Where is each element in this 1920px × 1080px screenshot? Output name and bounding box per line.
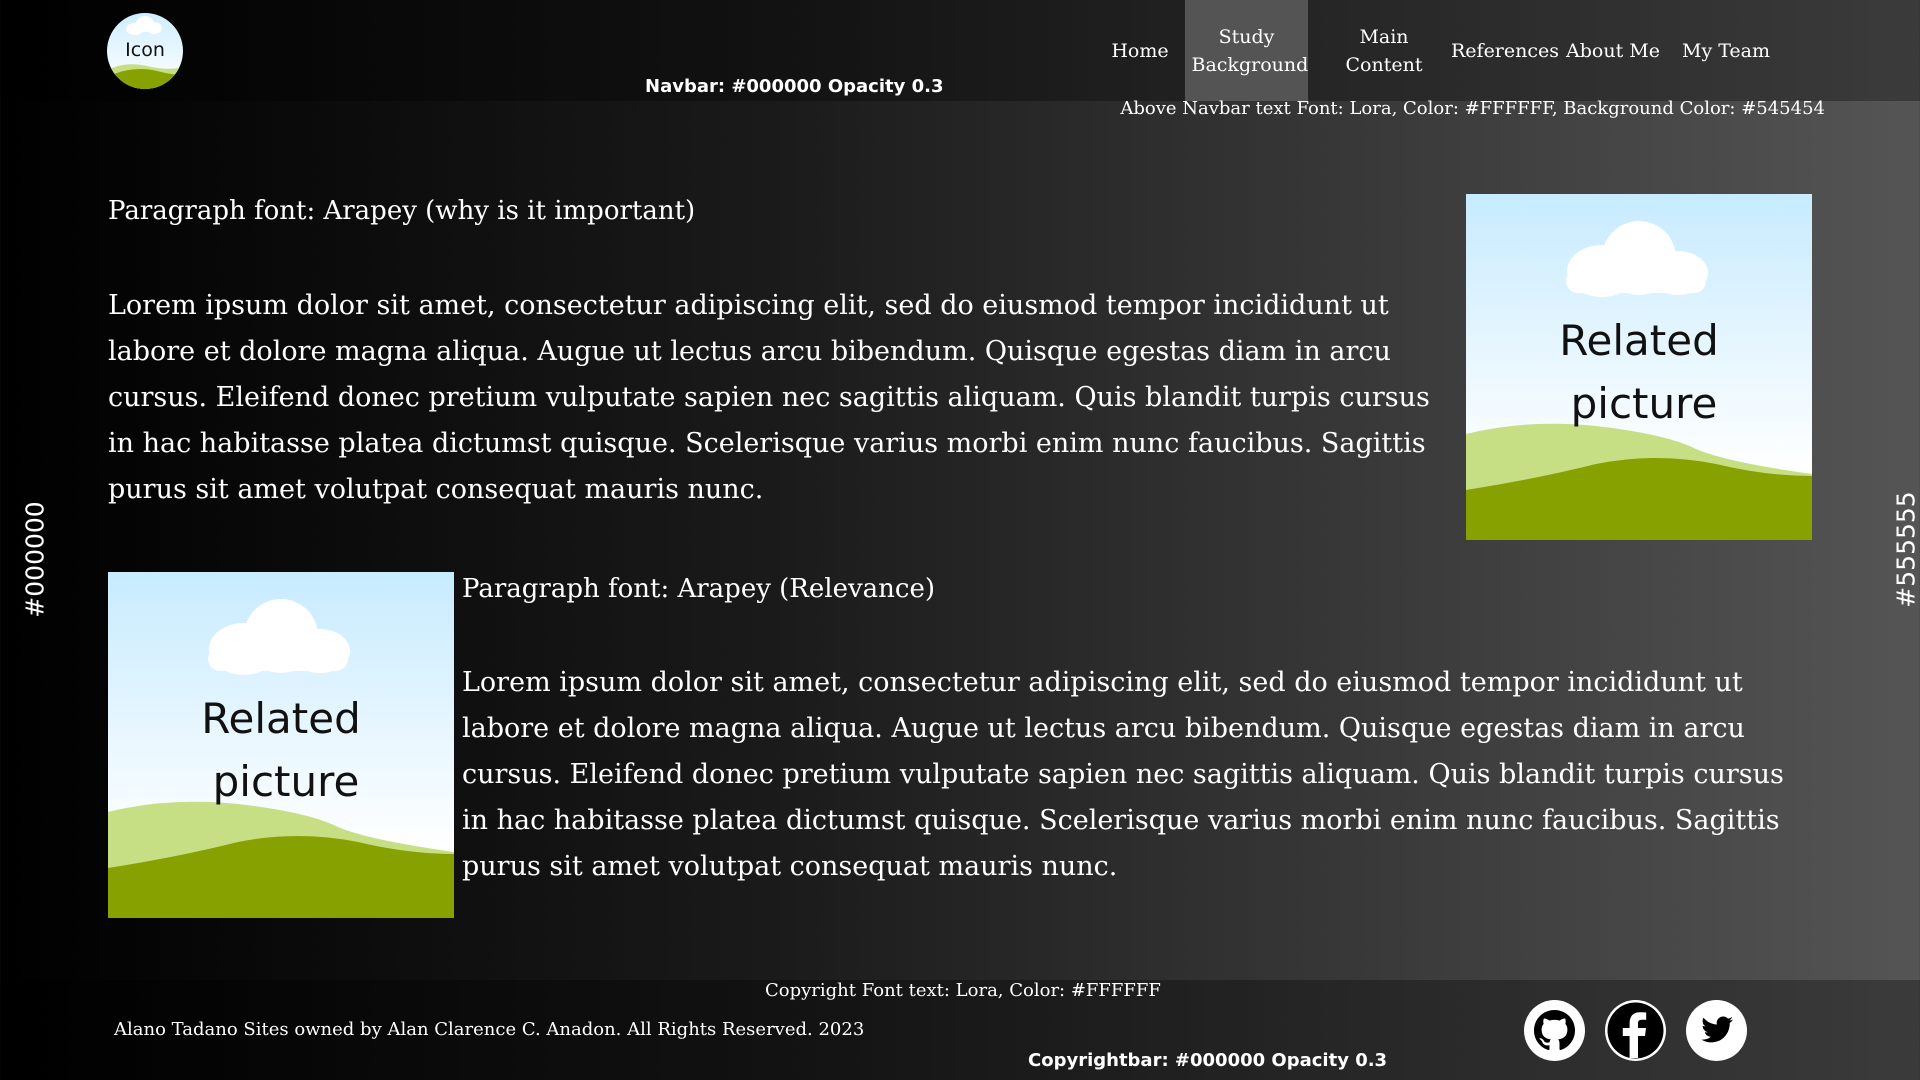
section1-picture: Related picture bbox=[1466, 194, 1812, 540]
section1-paragraph: Lorem ipsum dolor sit amet, consectetur … bbox=[108, 290, 1430, 505]
facebook-icon[interactable] bbox=[1605, 1000, 1666, 1061]
left-color-label: #000000 bbox=[20, 501, 50, 618]
twitter-icon[interactable] bbox=[1686, 1000, 1747, 1061]
nav-main-content-label: Main Content bbox=[1345, 25, 1423, 76]
section1-picture-label-line2: picture bbox=[1570, 379, 1718, 428]
section1-title: Paragraph font: Arapey (why is it import… bbox=[108, 196, 696, 226]
section1-picture-label-line1: Related bbox=[1559, 316, 1719, 365]
site-logo[interactable]: Icon bbox=[107, 13, 183, 89]
logo-text: Icon bbox=[125, 39, 165, 61]
section2-picture-label-line2: picture bbox=[212, 757, 360, 806]
above-navbar-note: Above Navbar text Font: Lora, Color: #FF… bbox=[1120, 98, 1825, 119]
navbar-note: Navbar: #000000 Opacity 0.3 bbox=[645, 76, 944, 97]
section2-picture: Related picture bbox=[108, 572, 454, 918]
nav-about-me-label: About Me bbox=[1566, 39, 1660, 62]
nav-menu: Home Study Background Main Content Refer… bbox=[1095, 0, 1776, 101]
nav-home[interactable]: Home bbox=[1095, 0, 1185, 101]
section2-picture-label-line1: Related bbox=[201, 694, 361, 743]
github-icon[interactable] bbox=[1524, 1000, 1585, 1061]
nav-study-background-label: Study Background bbox=[1191, 25, 1309, 76]
right-color-label: #555555 bbox=[1891, 491, 1920, 608]
nav-my-team[interactable]: My Team bbox=[1676, 0, 1776, 101]
section2-paragraph: Lorem ipsum dolor sit amet, consectetur … bbox=[462, 667, 1784, 882]
copyright-note: Copyright Font text: Lora, Color: #FFFFF… bbox=[765, 980, 1161, 1001]
nav-references-label: References bbox=[1450, 39, 1560, 62]
nav-study-background[interactable]: Study Background bbox=[1185, 0, 1308, 101]
nav-main-content[interactable]: Main Content bbox=[1308, 0, 1460, 101]
nav-home-label: Home bbox=[1111, 39, 1169, 62]
section2-title: Paragraph font: Arapey (Relevance) bbox=[462, 574, 936, 604]
nav-references[interactable]: References bbox=[1451, 0, 1559, 101]
nav-about-me[interactable]: About Me bbox=[1550, 0, 1676, 101]
copyrightbar-note: Copyrightbar: #000000 Opacity 0.3 bbox=[1028, 1050, 1388, 1071]
nav-my-team-label: My Team bbox=[1681, 39, 1770, 62]
copyright-owner-text: Alano Tadano Sites owned by Alan Clarenc… bbox=[114, 1019, 865, 1040]
